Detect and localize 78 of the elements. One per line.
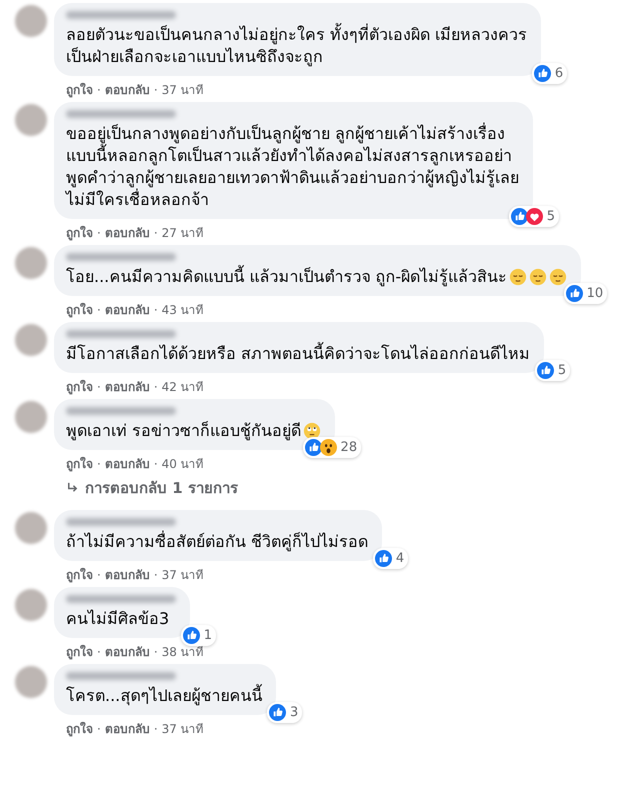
thumbs-up-icon [304, 439, 322, 456]
comment-text: ถ้าไม่มีความซื่อสัตย์ต่อกัน ชีวิตคู่ก็ไปไม่รอด [66, 531, 368, 553]
reply-link[interactable]: ตอบกลับ [104, 82, 150, 98]
reply-link[interactable]: ตอบกลับ [104, 302, 150, 318]
avatar-placeholder[interactable] [15, 401, 47, 433]
thumbs-up-icon [510, 208, 528, 225]
avatar-placeholder[interactable] [15, 247, 47, 279]
separator-dot: · [154, 225, 158, 241]
separator-dot: · [97, 721, 101, 737]
surprised-face-icon [320, 439, 337, 456]
separator-dot: · [97, 456, 101, 472]
separator-dot: · [97, 225, 101, 241]
avatar-placeholder[interactable] [15, 512, 47, 544]
avatar-placeholder[interactable] [15, 104, 47, 136]
timestamp[interactable]: 42 นาที [162, 379, 204, 395]
timestamp[interactable]: 37 นาที [162, 567, 204, 583]
separator-dot: · [97, 302, 101, 318]
timestamp[interactable]: 38 นาที [162, 644, 204, 660]
like-link[interactable]: ถูกใจ [66, 456, 93, 472]
reply-link[interactable]: ตอบกลับ [104, 379, 150, 395]
thumbs-up-icon [182, 627, 200, 644]
comment-text: ลอยตัวนะขอเป็นคนกลางไม่อยู่กะใคร ทั้งๆที่ตัวเองผิด เมียหลวงควร เป็นฝ่ายเลือกจะเอาแบบไหนซิถึงจะถูก [66, 24, 528, 68]
like-link[interactable]: ถูกใจ [66, 721, 93, 737]
timestamp[interactable]: 27 นาที [162, 225, 204, 241]
timestamp[interactable]: 37 นาที [162, 82, 204, 98]
timestamp[interactable]: 37 นาที [162, 721, 204, 737]
like-link[interactable]: ถูกใจ [66, 82, 93, 98]
thumbs-up-icon [534, 65, 551, 82]
separator-dot: · [154, 644, 158, 660]
reply-link[interactable]: ตอบกลับ [104, 721, 150, 737]
separator-dot: · [154, 721, 158, 737]
reaction-badge[interactable]: 28 [302, 437, 362, 458]
reply-link[interactable]: ตอบกลับ [104, 644, 150, 660]
reply-link[interactable]: ตอบกลับ [104, 567, 150, 583]
separator-dot: · [154, 456, 158, 472]
reply-arrow-icon [66, 482, 79, 494]
reaction-badge[interactable]: 4 [372, 548, 408, 569]
separator-dot: · [97, 379, 101, 395]
reaction-badge[interactable]: 1 [180, 625, 216, 646]
view-replies-link[interactable]: การตอบกลับ 1 รายการ [54, 472, 238, 506]
avatar-placeholder[interactable] [15, 666, 47, 698]
separator-dot: · [154, 82, 158, 98]
comment-text: โอย...คนมีความคิดแบบนี้ แล้วมาเป็นตำรวจ ถูก-ผิดไม่รู้แล้วสินะ [66, 266, 508, 288]
timestamp[interactable]: 43 นาที [162, 302, 204, 318]
like-link[interactable]: ถูกใจ [66, 302, 93, 318]
separator-dot: · [97, 82, 101, 98]
separator-dot: · [97, 644, 101, 660]
separator-dot: · [97, 567, 101, 583]
relieved-face-icon [549, 268, 568, 286]
reaction-badge[interactable]: 5 [534, 360, 570, 381]
relieved-face-icon [529, 268, 548, 286]
comment-text: โครต...สุดๆไปเลยผู้ชายคนนี้ [66, 685, 262, 707]
thumbs-up-icon [566, 285, 583, 302]
eye-roll-face-icon [303, 422, 322, 440]
relieved-face-icon [509, 268, 528, 286]
reaction-badge[interactable]: 3 [266, 702, 302, 723]
like-link[interactable]: ถูกใจ [66, 225, 93, 241]
like-link[interactable]: ถูกใจ [66, 379, 93, 395]
separator-dot: · [154, 379, 158, 395]
thumbs-up-icon [536, 362, 554, 379]
reply-link[interactable]: ตอบกลับ [104, 456, 150, 472]
timestamp[interactable]: 40 นาที [162, 456, 204, 472]
comment-text: มีโอกาสเลือกได้ด้วยหรือ สภาพตอนนี้คิดว่าจะโดนไล่ออกก่อนดีไหม [66, 343, 530, 365]
reaction-badge[interactable]: 10 [564, 283, 608, 304]
avatar-placeholder[interactable] [15, 324, 47, 356]
comment-text: พูดเอาเท่ รอข่าวซาก็แอบชู้กันอยู่ดี [66, 420, 302, 442]
comment-text: คนไม่มีศิลข้อ3 [66, 608, 170, 630]
reaction-badge[interactable]: 5 [508, 206, 559, 227]
thumbs-up-icon [268, 704, 286, 721]
avatar-placeholder[interactable] [15, 5, 47, 37]
reaction-badge[interactable]: 6 [532, 63, 568, 84]
separator-dot: · [154, 302, 158, 318]
avatar-placeholder[interactable] [15, 589, 47, 621]
separator-dot: · [154, 567, 158, 583]
like-link[interactable]: ถูกใจ [66, 644, 93, 660]
like-link[interactable]: ถูกใจ [66, 567, 93, 583]
thumbs-up-icon [374, 550, 392, 567]
reply-link[interactable]: ตอบกลับ [104, 225, 150, 241]
